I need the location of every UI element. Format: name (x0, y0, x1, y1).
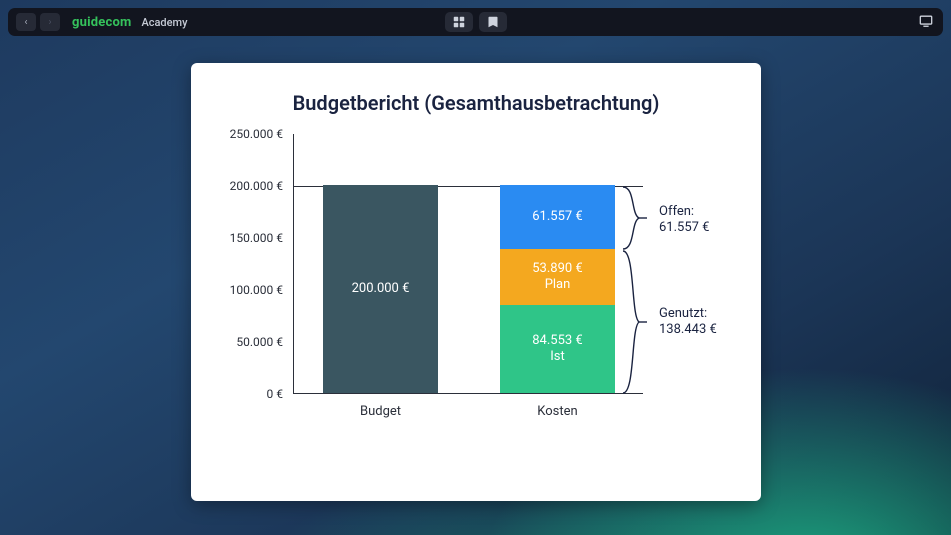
ytick-0: 0 € (221, 387, 291, 401)
bookmark-button[interactable] (479, 12, 507, 32)
annotation-genutzt-text: Genutzt: 138.443 € (659, 306, 717, 339)
device-button[interactable] (917, 13, 935, 31)
bar-kosten-plan-name: Plan (545, 277, 571, 293)
chevron-right-icon: › (48, 17, 51, 28)
ytick-4: 200.000 € (221, 179, 291, 193)
brace-icon (621, 186, 651, 250)
bar-budget: 200.000 € (323, 185, 438, 393)
bar-kosten-ist: 84.553 € Ist (500, 305, 615, 393)
brace-icon (621, 250, 651, 394)
annotation-offen-text: Offen: 61.557 € (659, 204, 710, 237)
bar-kosten: 61.557 € 53.890 € Plan 84.553 € Ist (500, 185, 615, 393)
xlabel-budget: Budget (323, 404, 438, 419)
bar-kosten-offen-value: 61.557 € (532, 209, 583, 225)
monitor-icon (919, 13, 933, 32)
chart-area: 0 € 50.000 € 100.000 € 150.000 € 200.000… (221, 129, 731, 477)
grid-icon (453, 13, 465, 32)
topbar: ‹ › guidecom Academy (8, 8, 943, 36)
plot-area: 200.000 € 61.557 € 53.890 € Plan 84.553 … (293, 134, 643, 394)
bar-kosten-plan: 53.890 € Plan (500, 249, 615, 305)
brand-logo: guidecom (72, 15, 131, 30)
ytick-5: 250.000 € (221, 127, 291, 141)
xlabel-kosten: Kosten (500, 404, 615, 419)
chart-title: Budgetbericht (Gesamthausbetrachtung) (221, 91, 731, 115)
brand-sub-label: Academy (141, 16, 187, 29)
topbar-center-controls (445, 12, 507, 32)
chevron-left-icon: ‹ (24, 17, 27, 28)
report-card: Budgetbericht (Gesamthausbetrachtung) 0 … (191, 63, 761, 501)
bar-kosten-ist-value: 84.553 € (532, 333, 583, 349)
nav-forward-button[interactable]: › (40, 13, 60, 31)
nav-back-button[interactable]: ‹ (16, 13, 36, 31)
bar-kosten-plan-value: 53.890 € (532, 261, 583, 277)
dashboard-button[interactable] (445, 12, 473, 32)
bookmark-icon (487, 13, 499, 32)
bar-budget-label: 200.000 € (323, 185, 438, 393)
ytick-2: 100.000 € (221, 283, 291, 297)
bar-kosten-ist-name: Ist (550, 349, 565, 365)
bar-kosten-offen: 61.557 € (500, 185, 615, 249)
ytick-3: 150.000 € (221, 231, 291, 245)
ytick-1: 50.000 € (221, 335, 291, 349)
